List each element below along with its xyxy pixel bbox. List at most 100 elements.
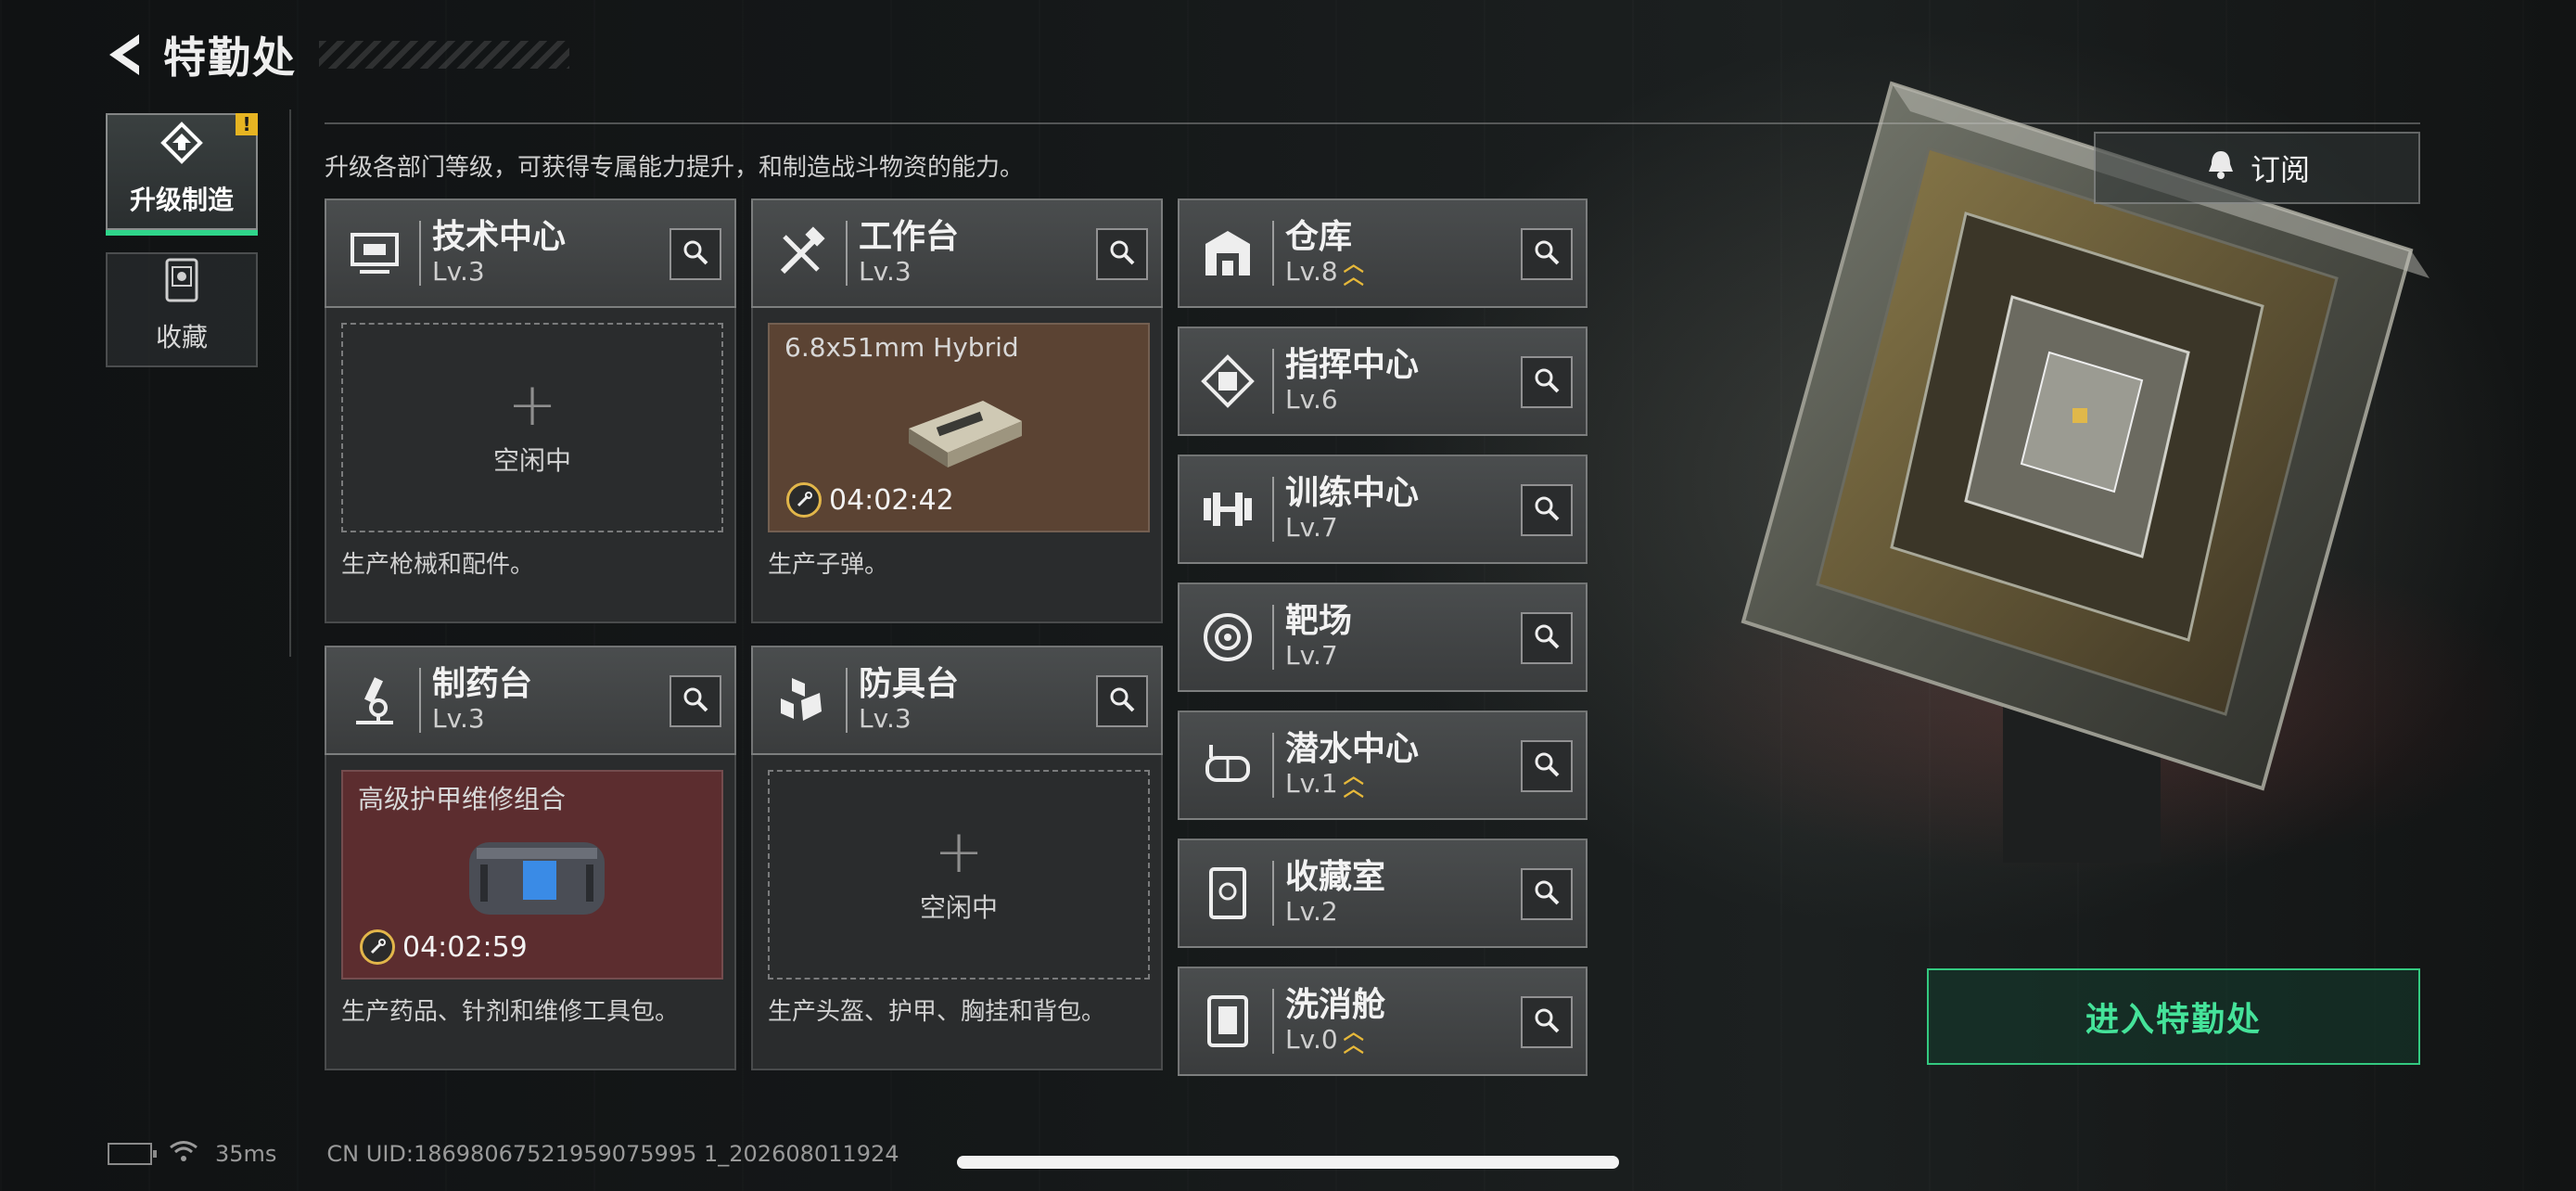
tab-collection[interactable]: 收藏 [106, 252, 258, 367]
facility-level: Lv.3 [432, 256, 485, 287]
subscribe-button[interactable]: 订阅 [2094, 132, 2420, 204]
timer-value: 04:02:42 [829, 483, 954, 517]
department-level: Lv.6 [1285, 384, 1338, 415]
department-name: 潜水中心 [1285, 730, 1420, 768]
section-description: 升级各部门等级，可获得专属能力提升，和制造战斗物资的能力。 [325, 154, 1025, 182]
item-name: 高级护甲维修组合 [358, 784, 567, 814]
dumbbell-icon [1189, 470, 1267, 548]
facility-description: 生产头盔、护甲、胸挂和背包。 [768, 998, 1106, 1026]
status-bar: 35ms CN UID:18698067521959075995 1_20260… [108, 1139, 899, 1169]
separator [846, 668, 848, 733]
warehouse-icon [1189, 214, 1267, 292]
repair-kit-bag-icon [458, 824, 616, 929]
upgrade-available-icon: ︿ ︿ [1343, 253, 1364, 289]
separator [1272, 989, 1274, 1054]
search-button[interactable] [1521, 868, 1573, 920]
bell-icon [2204, 147, 2238, 188]
department-training-center[interactable]: 训练中心 Lv.7 [1178, 455, 1588, 564]
facility-name: 工作台 [859, 218, 960, 256]
idle-status: 空闲中 [492, 445, 571, 476]
collection-cabinet-icon [161, 258, 202, 306]
computer-icon [336, 214, 414, 292]
facility-header: 制药台 Lv.3 [325, 646, 736, 755]
facility-card-pharmacy[interactable]: 制药台 Lv.3 高级护甲维修组合 04:02:59 生产药品、针剂和维修工具包… [325, 646, 736, 1070]
search-button[interactable] [670, 228, 721, 280]
home-indicator[interactable] [957, 1156, 1619, 1169]
department-level-row: Lv.8 ︿ ︿ [1285, 253, 1364, 289]
target-icon [1189, 598, 1267, 676]
separator [846, 221, 848, 286]
separator [1272, 733, 1274, 798]
search-button[interactable] [1096, 675, 1148, 727]
department-level: Lv.2 [1285, 896, 1338, 927]
facility-header: 工作台 Lv.3 [751, 198, 1163, 308]
divider [325, 122, 2420, 124]
ping-value: 35ms [215, 1141, 277, 1167]
tab-upgrade-craft[interactable]: ! 升级制造 [106, 113, 258, 236]
department-warehouse[interactable]: 仓库 Lv.8 ︿ ︿ [1178, 198, 1588, 308]
facility-level: Lv.3 [432, 703, 485, 734]
production-slot-idle[interactable]: + 空闲中 [341, 323, 723, 532]
department-level: Lv.0 [1285, 1024, 1338, 1055]
microscope-icon [336, 661, 414, 739]
search-icon [1533, 494, 1561, 526]
facility-card-tech-center[interactable]: 技术中心 Lv.3 + 空闲中 生产枪械和配件。 [325, 198, 736, 623]
facility-name: 制药台 [432, 665, 533, 703]
search-icon [1108, 238, 1136, 270]
facility-card-workbench[interactable]: 工作台 Lv.3 6.8x51mm Hybrid 04:02:42 生产子弹。 [751, 198, 1163, 623]
department-diving-center[interactable]: 潜水中心 Lv.1 ︿ ︿ [1178, 711, 1588, 820]
production-timer: 04:02:42 [786, 482, 954, 518]
separator [1272, 861, 1274, 926]
search-button[interactable] [1521, 996, 1573, 1048]
active-tab-indicator [106, 230, 258, 236]
department-level: Lv.7 [1285, 512, 1338, 543]
production-slot-active[interactable]: 高级护甲维修组合 04:02:59 [341, 770, 723, 980]
search-button[interactable] [1096, 228, 1148, 280]
display-cabinet-icon [1189, 854, 1267, 932]
title-decoration [319, 41, 569, 69]
search-icon [1108, 685, 1136, 717]
warning-badge: ! [236, 113, 258, 135]
search-button[interactable] [1521, 612, 1573, 664]
production-timer: 04:02:59 [360, 929, 528, 965]
department-collection-room[interactable]: 收藏室 Lv.2 [1178, 839, 1588, 948]
item-name: 6.8x51mm Hybrid [784, 332, 1019, 363]
facility-name: 防具台 [859, 665, 960, 703]
department-command-center[interactable]: 指挥中心 Lv.6 [1178, 327, 1588, 436]
page-title: 特勤处 [163, 32, 297, 83]
facility-card-armor-bench[interactable]: 防具台 Lv.3 + 空闲中 生产头盔、护甲、胸挂和背包。 [751, 646, 1163, 1070]
search-icon [1533, 622, 1561, 654]
idle-status: 空闲中 [919, 892, 998, 923]
search-icon [1533, 750, 1561, 782]
separator [1272, 605, 1274, 670]
separator [419, 221, 421, 286]
search-button[interactable] [1521, 484, 1573, 536]
facility-description: 生产枪械和配件。 [341, 551, 535, 579]
battery-icon [108, 1143, 157, 1165]
production-slot-active[interactable]: 6.8x51mm Hybrid 04:02:42 [768, 323, 1150, 532]
add-icon: + [507, 371, 557, 440]
facility-header: 技术中心 Lv.3 [325, 198, 736, 308]
department-name: 洗消舱 [1285, 986, 1386, 1024]
add-icon: + [934, 818, 984, 887]
separator [1272, 477, 1274, 542]
department-shooting-range[interactable]: 靶场 Lv.7 [1178, 583, 1588, 692]
search-button[interactable] [1521, 228, 1573, 280]
wifi-icon [169, 1139, 198, 1169]
upgrade-arrow-icon [159, 121, 204, 169]
facility-body: + 空闲中 生产头盔、护甲、胸挂和背包。 [751, 755, 1163, 1070]
search-icon [1533, 366, 1561, 398]
search-button[interactable] [1521, 740, 1573, 792]
search-button[interactable] [1521, 356, 1573, 408]
back-arrow-icon[interactable] [102, 31, 147, 79]
diving-mask-icon [1189, 726, 1267, 804]
armor-blocks-icon [762, 661, 840, 739]
department-name: 训练中心 [1285, 474, 1420, 512]
production-slot-idle[interactable]: + 空闲中 [768, 770, 1150, 980]
facility-level: Lv.3 [859, 703, 912, 734]
department-decontamination-chamber[interactable]: 洗消舱 Lv.0 ︿ ︿ [1178, 967, 1588, 1076]
enter-special-ops-button[interactable]: 进入特勤处 [1927, 968, 2420, 1065]
department-level-row: Lv.1 ︿ ︿ [1285, 767, 1419, 800]
upgrade-available-icon: ︿ ︿ [1343, 1021, 1364, 1057]
search-button[interactable] [670, 675, 721, 727]
